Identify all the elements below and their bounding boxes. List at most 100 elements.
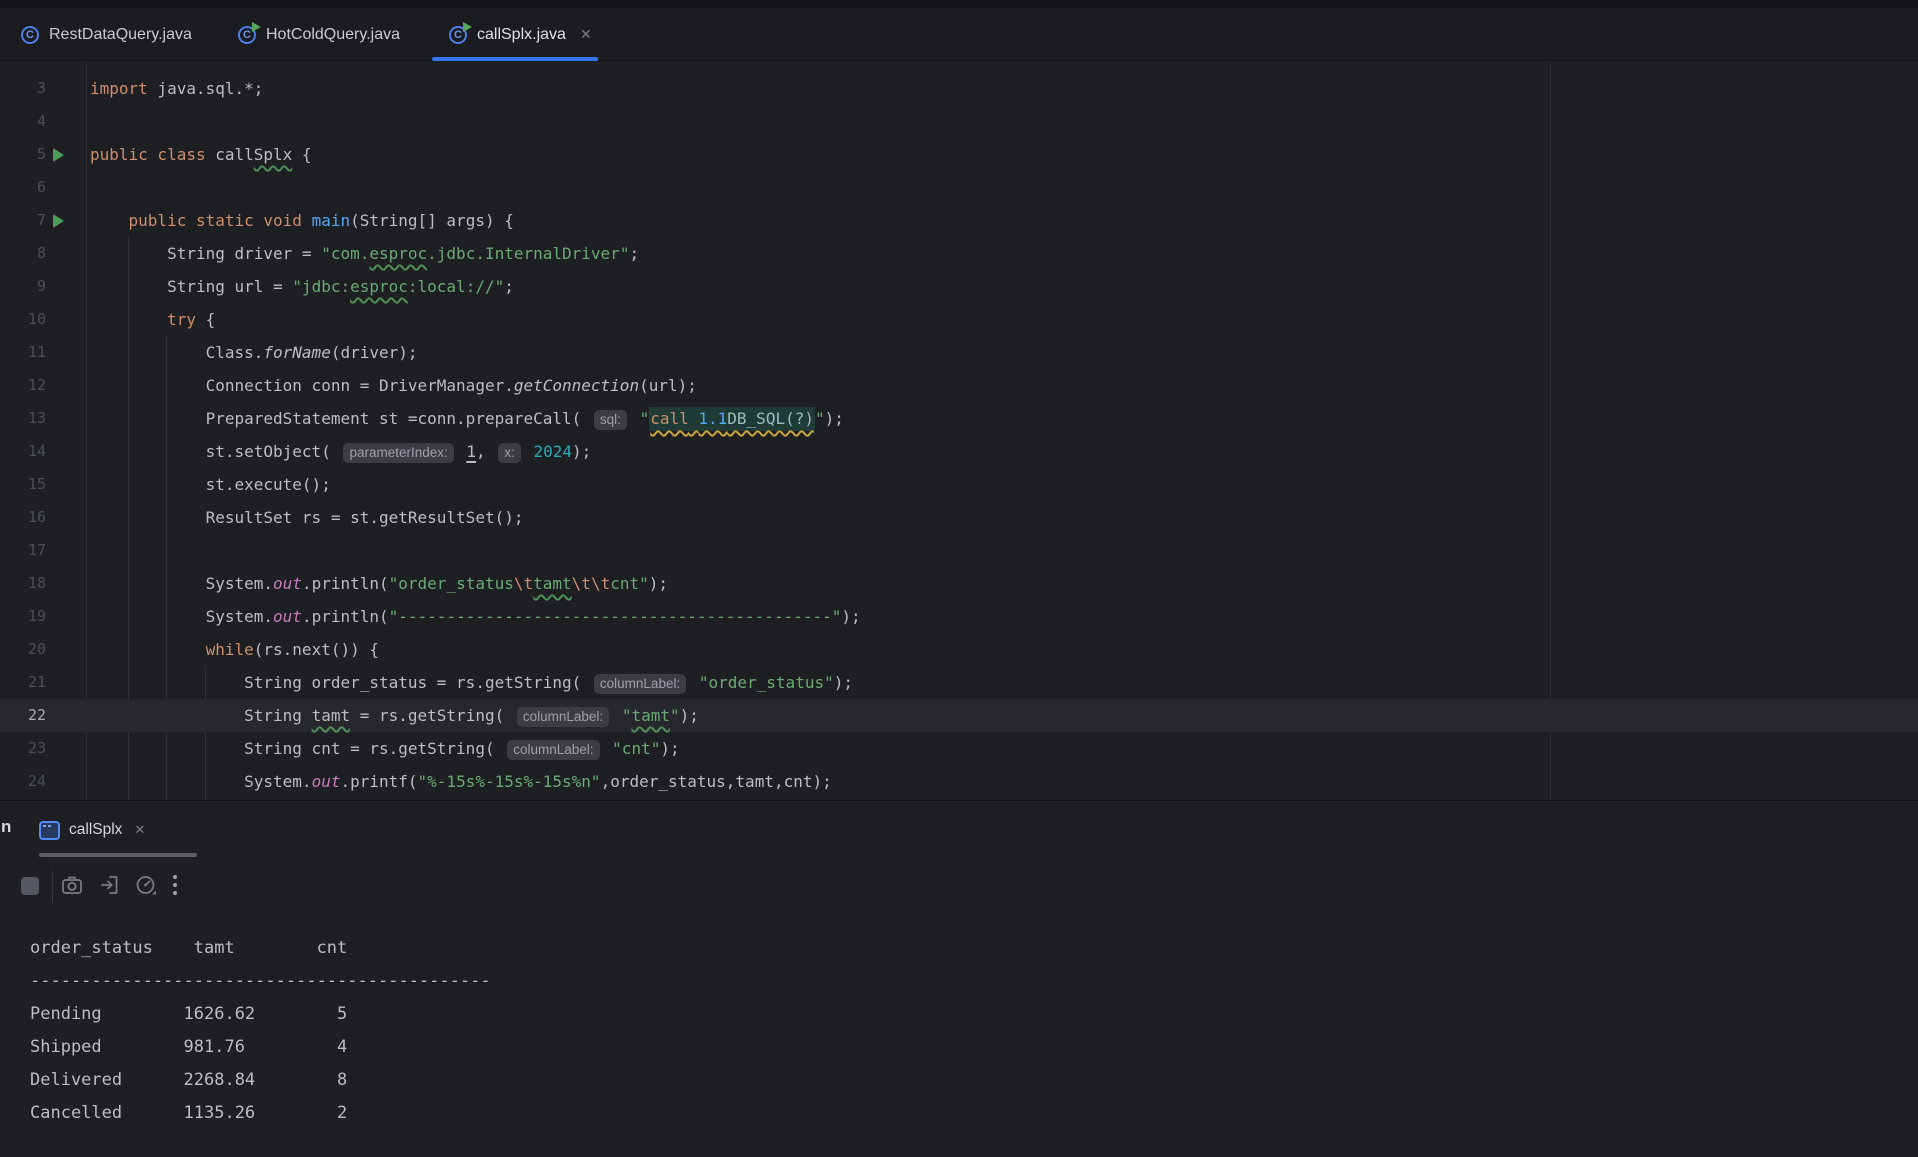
line-number: 3 <box>36 79 46 97</box>
code-text: try { <box>167 310 216 329</box>
code-text: Connection conn = DriverManager.getConne… <box>90 376 697 395</box>
code-text: st.setObject( parameterIndex: 1, x: 2024… <box>90 442 592 463</box>
close-icon[interactable]: ✕ <box>580 26 592 43</box>
java-class-runnable-icon: C <box>237 21 261 45</box>
editor-tab[interactable]: C RestDataQuery.java <box>20 8 192 61</box>
code-line[interactable]: 6 <box>0 171 1918 204</box>
line-number: 11 <box>27 343 46 361</box>
code-line[interactable]: 20 while(rs.next()) { <box>0 633 1918 666</box>
console-line: Cancelled 1135.26 2 <box>30 1103 348 1123</box>
line-number: 6 <box>36 178 46 196</box>
run-tab-label: callSplx <box>69 821 123 838</box>
code-line[interactable]: 5 public class callSplx { <box>0 138 1918 171</box>
code-text: String driver = "com.esproc.jdbc.Interna… <box>90 244 640 263</box>
line-number: 13 <box>27 409 46 427</box>
line-number: 15 <box>27 475 46 493</box>
line-number: 5 <box>36 145 46 163</box>
code-line[interactable]: 19 System.out.println("-----------------… <box>0 600 1918 633</box>
code-text: while(rs.next()) { <box>205 640 379 659</box>
code-line[interactable]: 13 PreparedStatement st =conn.prepareCal… <box>0 402 1918 435</box>
profiler-icon[interactable] <box>134 873 158 897</box>
code-editor[interactable]: 3 import java.sql.*; 4 5 public class callSp… <box>0 62 1918 800</box>
line-number: 24 <box>27 772 46 790</box>
attach-icon[interactable] <box>98 873 122 897</box>
java-class-icon: C <box>20 25 40 45</box>
line-number: 19 <box>27 607 46 625</box>
toolbar-divider <box>52 871 53 903</box>
run-gutter-icon[interactable] <box>53 214 64 228</box>
code-line[interactable]: 12 Connection conn = DriverManager.getCo… <box>0 369 1918 402</box>
code-line[interactable]: 23 String cnt = rs.getString( columnLabe… <box>0 732 1918 765</box>
injected-sql-fragment: call 1.1DB_SQL(?) <box>649 407 815 431</box>
run-toolbar <box>0 863 220 909</box>
line-number: 8 <box>36 244 46 262</box>
console-line: Shipped 981.76 4 <box>30 1037 348 1057</box>
window-top-strip <box>0 0 1918 8</box>
screenshot-icon[interactable] <box>60 873 84 897</box>
editor-tab[interactable]: C HotColdQuery.java <box>237 8 400 61</box>
editor-tab-bar: C RestDataQuery.java C HotColdQuery.java Cca… <box>0 0 1918 61</box>
parameter-hint: columnLabel: <box>516 707 610 727</box>
console-icon <box>39 820 60 840</box>
code-line[interactable]: 11 Class.forName(driver); <box>0 336 1918 369</box>
code-text: System.out.println("order_status\ttamt\t… <box>90 574 668 593</box>
run-tool-window: n callSplx ✕ order_status tamt cnt ------… <box>0 800 1918 1157</box>
console-output[interactable]: order_status tamt cnt -------------------… <box>30 932 491 1130</box>
console-line: Delivered 2268.84 8 <box>30 1070 348 1090</box>
code-text: st.execute(); <box>90 475 331 494</box>
console-line: order_status tamt cnt <box>30 938 348 958</box>
code-line[interactable]: 7 public static void main(String[] args)… <box>0 204 1918 237</box>
line-number: 10 <box>27 310 46 328</box>
code-line[interactable]: 18 System.out.println("order_status\ttam… <box>0 567 1918 600</box>
line-number: 12 <box>27 376 46 394</box>
code-text: String cnt = rs.getString( columnLabel: … <box>90 739 680 760</box>
code-line[interactable]: 9 String url = "jdbc:esproc:local://"; <box>0 270 1918 303</box>
stop-icon[interactable] <box>21 877 39 895</box>
editor-tab-label: callSplx.java <box>477 25 566 43</box>
run-gutter-icon[interactable] <box>53 148 64 162</box>
code-text: public static void main(String[] args) { <box>128 211 514 230</box>
more-options-icon[interactable] <box>173 875 179 897</box>
line-number: 23 <box>27 739 46 757</box>
code-text: ResultSet rs = st.getResultSet(); <box>90 508 524 527</box>
code-text: System.out.println("--------------------… <box>90 607 861 626</box>
line-number: 4 <box>36 112 46 130</box>
run-tab-callsplx[interactable]: callSplx ✕ <box>39 807 197 853</box>
code-line[interactable]: 24 System.out.printf("%-15s%-15s%-15s%n"… <box>0 765 1918 798</box>
close-icon[interactable]: ✕ <box>134 822 145 838</box>
parameter-hint: parameterIndex: <box>343 443 454 463</box>
line-number: 21 <box>27 673 46 691</box>
code-text: System.out.printf("%-15s%-15s%-15s%n",or… <box>90 772 832 791</box>
code-text: Class.forName(driver); <box>90 343 418 362</box>
code-line[interactable]: 4 <box>0 105 1918 138</box>
editor-tab-label: HotColdQuery.java <box>266 25 400 43</box>
editor-tab[interactable]: CcallSplx.java ✕ <box>448 8 592 61</box>
code-line[interactable]: 3 import java.sql.*; <box>0 72 1918 105</box>
line-number: 17 <box>27 541 46 559</box>
code-line[interactable]: 15 st.execute(); <box>0 468 1918 501</box>
code-line[interactable]: 22 String tamt = rs.getString( columnLab… <box>0 699 1918 732</box>
code-line[interactable]: 21 String order_status = rs.getString( c… <box>0 666 1918 699</box>
code-line[interactable]: 14 st.setObject( parameterIndex: 1, x: 2… <box>0 435 1918 468</box>
line-number: 18 <box>27 574 46 592</box>
line-number: 9 <box>36 277 46 295</box>
line-number: 20 <box>27 640 46 658</box>
code-text: String order_status = rs.getString( colu… <box>90 673 853 694</box>
line-number: 7 <box>36 211 46 229</box>
code-text: String tamt = rs.getString( columnLabel:… <box>90 706 699 727</box>
code-line[interactable]: 8 String driver = "com.esproc.jdbc.Inter… <box>0 237 1918 270</box>
parameter-hint: columnLabel: <box>507 740 600 760</box>
line-number: 14 <box>27 442 46 460</box>
code-line[interactable]: 17 <box>0 534 1918 567</box>
code-line[interactable]: 10 try { <box>0 303 1918 336</box>
code-text: String url = "jdbc:esproc:local://"; <box>90 277 514 296</box>
code-line[interactable]: 16 ResultSet rs = st.getResultSet(); <box>0 501 1918 534</box>
editor-tab-label: RestDataQuery.java <box>49 25 192 43</box>
code-text: import java.sql.*; <box>90 79 264 98</box>
console-line: ----------------------------------------… <box>30 971 491 991</box>
run-tab-underline <box>39 853 197 857</box>
code-text: PreparedStatement st =conn.prepareCall( … <box>90 402 844 436</box>
line-number: 16 <box>27 508 46 526</box>
active-tab-underline <box>432 57 598 61</box>
console-line: Pending 1626.62 5 <box>30 1004 348 1024</box>
